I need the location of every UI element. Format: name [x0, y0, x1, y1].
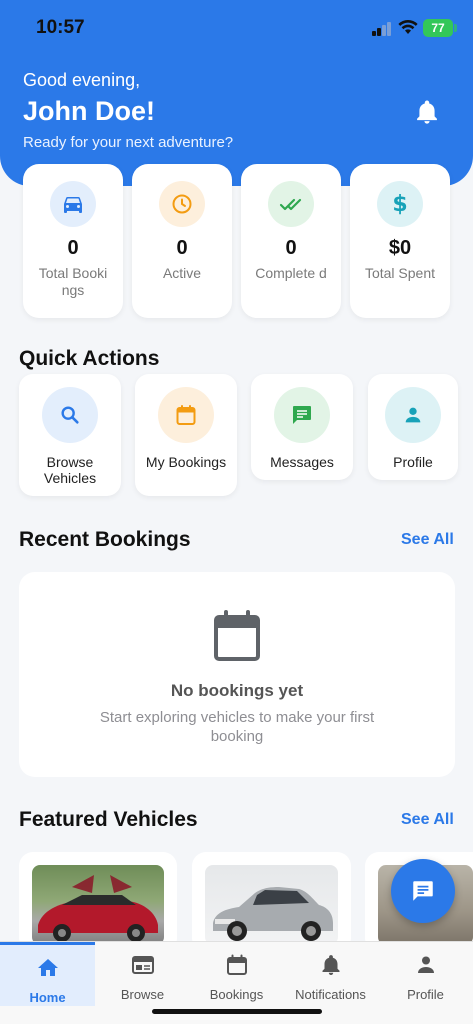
red-suv-gullwing-photo [32, 865, 164, 945]
home-icon [37, 959, 58, 976]
car-icon [50, 181, 96, 227]
tab-label: Browse [120, 987, 165, 1002]
tab-notifications[interactable]: Notifications [283, 942, 378, 1006]
calendar-icon [158, 387, 214, 443]
battery-level: 77 [431, 21, 445, 35]
quick-action-label: My Bookings [145, 454, 227, 470]
stat-card-total-spent[interactable]: $ $0 Total Spent [350, 164, 450, 318]
tab-browse[interactable]: Browse [95, 942, 190, 1006]
status-bar: 10:57 77 [0, 0, 473, 56]
wifi-icon [398, 19, 418, 34]
tab-label: Bookings [209, 987, 264, 1002]
recent-bookings-title: Recent Bookings [19, 528, 191, 551]
quick-action-messages[interactable]: Messages [251, 374, 353, 480]
chat-fab-button[interactable] [391, 859, 455, 923]
quick-action-profile[interactable]: Profile [368, 374, 458, 480]
quick-action-label: Messages [270, 454, 334, 470]
calendar-icon [226, 954, 247, 975]
quick-action-my-bookings[interactable]: My Bookings [135, 374, 237, 496]
stat-label: Total Spent [364, 265, 436, 281]
message-icon [274, 387, 330, 443]
quick-actions-title: Quick Actions [19, 347, 160, 370]
person-icon [417, 956, 434, 973]
tagline-text: Ready for your next adventure? [23, 134, 234, 151]
featured-vehicle-card[interactable] [19, 852, 177, 952]
search-icon [42, 387, 98, 443]
clock-icon [159, 181, 205, 227]
tab-label: Home [29, 990, 66, 1005]
recent-bookings-see-all-link[interactable]: See All [401, 531, 454, 549]
stat-card-active[interactable]: 0 Active [132, 164, 232, 318]
status-time: 10:57 [36, 17, 85, 38]
user-name: John Doe! [23, 96, 155, 126]
browse-icon [131, 956, 154, 974]
quick-action-browse-vehicles[interactable]: Browse Vehicles [19, 374, 121, 496]
empty-state-subtitle: Start exploring vehicles to make your fi… [99, 709, 375, 745]
tab-profile[interactable]: Profile [378, 942, 473, 1006]
bell-icon [322, 955, 339, 975]
tab-label: Notifications [295, 987, 366, 1002]
empty-state-title: No bookings yet [170, 681, 304, 700]
greeting-text: Good evening, [23, 70, 141, 90]
stat-label: Total Bookings [38, 265, 108, 298]
silver-sedan-photo [205, 865, 338, 945]
calendar-icon [214, 610, 260, 661]
notification-bell-icon[interactable] [413, 98, 441, 126]
tab-bookings[interactable]: Bookings [189, 942, 284, 1006]
message-icon [413, 881, 433, 901]
person-icon [385, 387, 441, 443]
featured-vehicle-card[interactable] [192, 852, 351, 952]
featured-vehicles-see-all-link[interactable]: See All [401, 811, 454, 829]
stat-card-completed[interactable]: 0 Complete d [241, 164, 341, 318]
recent-bookings-empty-state: No bookings yet Start exploring vehicles… [19, 572, 455, 777]
stat-value: $0 [388, 237, 412, 259]
stat-label: Active [162, 265, 202, 281]
stat-card-total-bookings[interactable]: 0 Total Bookings [23, 164, 123, 318]
cellular-signal-icon [372, 22, 392, 36]
stat-value: 0 [176, 237, 188, 259]
home-indicator [152, 1009, 322, 1014]
stat-value: 0 [285, 237, 297, 259]
dollar-icon: $ [377, 181, 423, 227]
battery-nub [454, 24, 457, 32]
stat-label: Complete d [255, 265, 327, 281]
stat-value: 0 [67, 237, 79, 259]
featured-vehicles-title: Featured Vehicles [19, 808, 198, 831]
tab-home[interactable]: Home [0, 942, 95, 1006]
quick-action-label: Browse Vehicles [43, 454, 97, 486]
double-check-icon [268, 181, 314, 227]
tab-label: Profile [407, 987, 444, 1002]
quick-action-label: Profile [393, 454, 433, 470]
battery-icon: 77 [423, 19, 453, 37]
